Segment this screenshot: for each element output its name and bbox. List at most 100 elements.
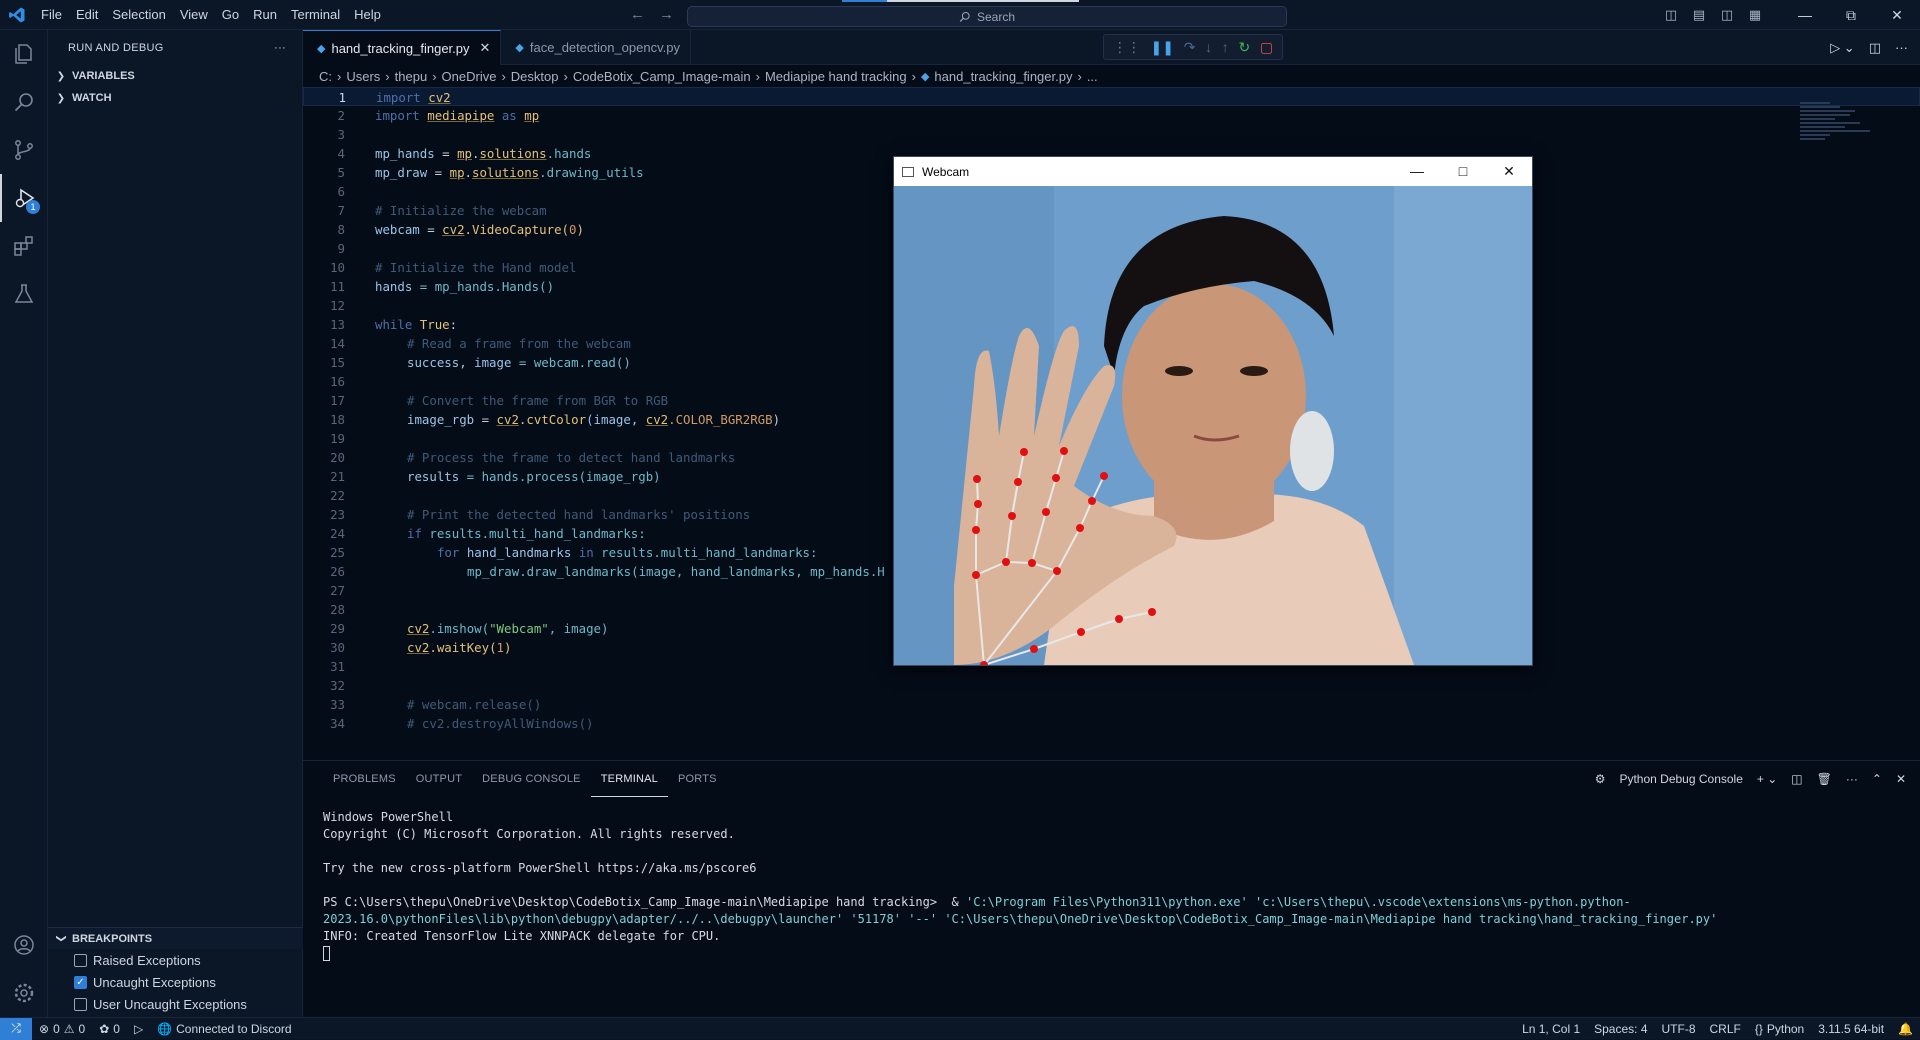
sidebar-title: RUN AND DEBUG <box>68 41 164 54</box>
language-mode[interactable]: {} Python <box>1748 1022 1811 1036</box>
minimap[interactable] <box>1800 100 1880 170</box>
tab-label: hand_tracking_finger.py <box>331 40 470 56</box>
tab-hand-tracking-finger[interactable]: ◆ hand_tracking_finger.py ✕ <box>303 30 502 65</box>
breadcrumb-item[interactable]: thepu <box>395 69 428 84</box>
toggle-primary-sidebar-icon[interactable]: ◫ <box>1660 7 1682 23</box>
maximize-panel-chevron-up-icon[interactable]: ⌃ <box>1872 772 1882 786</box>
breadcrumb-item[interactable]: Mediapipe hand tracking <box>765 69 907 84</box>
breadcrumb-item[interactable]: hand_tracking_finger.py <box>934 69 1072 84</box>
menu-help[interactable]: Help <box>347 0 388 30</box>
split-editor-icon[interactable]: ◫ <box>1869 40 1881 56</box>
more-actions-icon[interactable]: ··· <box>1895 40 1908 55</box>
maximize-icon[interactable]: □ <box>1440 157 1486 186</box>
customize-layout-icon[interactable]: ▦ <box>1744 7 1766 23</box>
search-view-icon[interactable] <box>0 78 48 126</box>
checkbox[interactable] <box>74 953 87 967</box>
menu-go[interactable]: Go <box>215 0 246 30</box>
tab-problems[interactable]: PROBLEMS <box>323 761 406 797</box>
step-into-icon[interactable]: ↓ <box>1205 39 1212 55</box>
stop-icon[interactable]: ▢ <box>1260 39 1273 56</box>
python-interpreter[interactable]: 3.11.5 64-bit <box>1811 1022 1891 1036</box>
testing-flask-icon[interactable] <box>0 270 48 318</box>
remote-indicator-icon[interactable]: ⤮ <box>0 1017 32 1040</box>
restore-window-icon[interactable]: ⧉ <box>1828 7 1874 24</box>
breadcrumb-item[interactable]: Desktop <box>511 69 559 84</box>
problems-status[interactable]: ⊗ 0 ⚠ 0 <box>32 1022 92 1036</box>
indentation[interactable]: Spaces: 4 <box>1587 1022 1654 1036</box>
breakpoint-user-uncaught-exceptions[interactable]: User Uncaught Exceptions <box>48 993 303 1015</box>
breakpoint-raised-exceptions[interactable]: Raised Exceptions <box>48 949 303 971</box>
breadcrumb-item[interactable]: CodeBotix_Camp_Image-main <box>573 69 751 84</box>
terminal-output[interactable]: Windows PowerShell Copyright (C) Microsof… <box>303 797 1920 974</box>
tab-terminal[interactable]: TERMINAL <box>590 761 668 797</box>
checkbox-checked[interactable]: ✓ <box>74 975 87 989</box>
explorer-icon[interactable] <box>0 30 48 78</box>
split-terminal-icon[interactable]: ◫ <box>1791 772 1802 786</box>
new-terminal-plus-icon[interactable]: + ⌄ <box>1757 772 1777 786</box>
toggle-secondary-sidebar-icon[interactable]: ◫ <box>1716 7 1738 23</box>
breadcrumb-item[interactable]: Users <box>346 69 380 84</box>
run-python-file-icon[interactable]: ▷ ⌄ <box>1830 40 1855 56</box>
debug-status-icon[interactable]: ▷ <box>127 1022 150 1036</box>
breakpoint-label: User Uncaught Exceptions <box>93 996 247 1012</box>
tab-ports[interactable]: PORTS <box>668 761 727 797</box>
notifications-bell-icon[interactable]: 🔔 <box>1891 1022 1920 1036</box>
source-control-icon[interactable] <box>0 126 48 174</box>
cursor-position[interactable]: Ln 1, Col 1 <box>1515 1022 1587 1036</box>
ports-status[interactable]: ✿ 0 <box>92 1022 127 1036</box>
menu-file[interactable]: File <box>34 0 69 30</box>
menu-selection[interactable]: Selection <box>105 0 172 30</box>
pause-icon[interactable]: ❚❚ <box>1151 39 1174 56</box>
forward-arrow-icon[interactable]: → <box>659 6 674 23</box>
breakpoint-uncaught-exceptions[interactable]: ✓ Uncaught Exceptions <box>48 971 303 993</box>
close-icon[interactable]: ✕ <box>1486 157 1532 186</box>
accounts-icon[interactable] <box>0 921 48 969</box>
breadcrumb-item[interactable]: C: <box>319 69 332 84</box>
run-and-debug-icon[interactable]: 1 <box>0 174 48 222</box>
checkbox[interactable] <box>74 997 87 1011</box>
encoding[interactable]: UTF-8 <box>1655 1022 1703 1036</box>
webcam-window[interactable]: Webcam — □ ✕ <box>893 156 1533 666</box>
terminal-line: Try the new cross-platform PowerShell ht… <box>323 861 757 875</box>
breadcrumb-item[interactable]: OneDrive <box>442 69 497 84</box>
radio-tower-icon: ✿ <box>99 1021 110 1036</box>
minimize-icon[interactable]: — <box>1394 157 1440 186</box>
breadcrumb-item[interactable]: ... <box>1087 69 1098 84</box>
close-tab-icon[interactable]: ✕ <box>480 40 491 56</box>
drag-handle-icon[interactable]: ⋮⋮ <box>1113 39 1141 56</box>
code-line: 33 # webcam.release() <box>330 697 542 712</box>
step-out-icon[interactable]: ↑ <box>1222 39 1229 55</box>
toggle-panel-icon[interactable]: ▤ <box>1688 7 1710 23</box>
variables-section-header[interactable]: ❯ VARIABLES <box>48 65 302 87</box>
discord-status[interactable]: 🌐 Connected to Discord <box>150 1022 298 1036</box>
extensions-icon[interactable] <box>0 222 48 270</box>
tab-face-detection-opencv[interactable]: ◆ face_detection_opencv.py <box>501 30 691 65</box>
menu-view[interactable]: View <box>173 0 215 30</box>
close-panel-icon[interactable]: ✕ <box>1896 772 1906 786</box>
close-window-icon[interactable]: ✕ <box>1874 7 1920 24</box>
watch-section-header[interactable]: ❯ WATCH <box>48 87 302 109</box>
menu-run[interactable]: Run <box>246 0 284 30</box>
manage-gear-icon[interactable] <box>0 969 48 1017</box>
code-line: 1 import cv2 <box>303 87 1920 106</box>
breakpoints-section: ❯ BREAKPOINTS Raised Exceptions ✓ Uncaug… <box>48 927 303 1015</box>
more-actions-icon[interactable]: ··· <box>1846 772 1858 786</box>
command-center-search[interactable]: Search <box>687 6 1287 27</box>
back-arrow-icon[interactable]: ← <box>630 6 645 23</box>
tab-debug-console[interactable]: DEBUG CONSOLE <box>472 761 591 797</box>
status-bar: ⤮ ⊗ 0 ⚠ 0 ✿ 0 ▷ 🌐 Connected to Discord Ln 1,… <box>0 1017 1920 1040</box>
webcam-titlebar[interactable]: Webcam — □ ✕ <box>894 157 1532 186</box>
editor-tabs: ◆ hand_tracking_finger.py ✕ ◆ face_detec… <box>303 30 1920 65</box>
menu-edit[interactable]: Edit <box>69 0 105 30</box>
kill-terminal-trash-icon[interactable]: 🗑 <box>1817 772 1832 786</box>
breakpoints-section-header[interactable]: ❯ BREAKPOINTS <box>48 927 303 949</box>
terminal-profile-label[interactable]: Python Debug Console <box>1619 772 1742 786</box>
restart-icon[interactable]: ↻ <box>1238 39 1250 56</box>
step-over-icon[interactable]: ↷ <box>1184 39 1196 56</box>
menu-terminal[interactable]: Terminal <box>284 0 347 30</box>
minimize-window-icon[interactable]: — <box>1782 7 1828 24</box>
watch-label: WATCH <box>72 92 112 104</box>
tab-output[interactable]: OUTPUT <box>406 761 472 797</box>
more-actions-icon[interactable]: ··· <box>274 42 286 54</box>
end-of-line[interactable]: CRLF <box>1703 1022 1748 1036</box>
